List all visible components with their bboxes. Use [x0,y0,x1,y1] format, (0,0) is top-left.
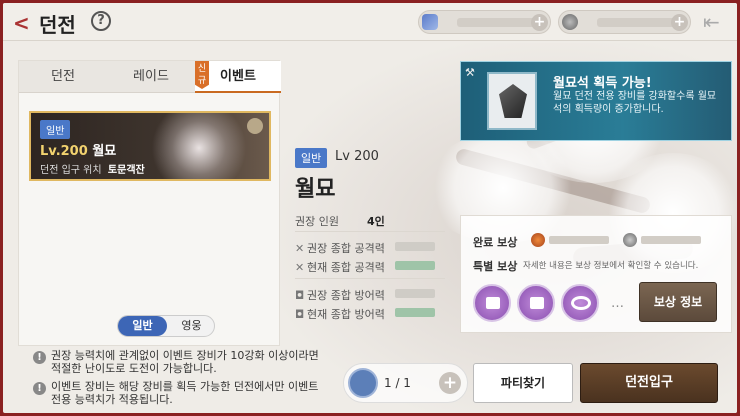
stat-row: ✕ 현재 종합 공격력 [295,259,455,275]
card-art [149,113,249,179]
dungeon-location: 던전 입구 위치 토문객잔 [40,161,145,176]
sync-icon [571,296,591,310]
silver-coin-icon [623,233,637,247]
stat-row: ✕ 권장 종합 공격력 [295,240,455,256]
stat-label: 권장 종합 공격력 [307,242,385,255]
notice-text: 이벤트 장비는 해당 장비를 획득 가능한 던전에서만 이벤트 전용 능력치가 … [51,380,319,406]
location-label: 던전 입구 위치 [40,165,102,176]
stat-label: 현재 종합 공격력 [307,261,385,274]
reward-item[interactable] [517,284,555,322]
dungeon-info: 일반 Lv 200 월묘 권장 인원 4인 ✕ 권장 종합 공격력 ✕ 현재 종합 공… [295,147,465,321]
entry-ticket-counter: 1 / 1 + [343,363,468,403]
ticket-count: 1 / 1 [384,376,411,390]
stat-row: ◘ 현재 종합 방어력 [295,306,455,322]
dungeon-list-panel: 던전 레이드 이벤트 신규 일반 Lv.200 월묘 던전 입구 위치 토문객잔… [18,60,281,346]
party-label: 권장 인원 [295,215,339,228]
frame-icon [486,297,500,309]
reward-panel: 완료 보상 특별 보상 자세한 내용은 보상 정보에서 확인할 수 있습니다. … [460,215,732,333]
page-title: 던전 [39,13,76,37]
currency-crystal: + [418,10,551,34]
moon-icon [247,118,263,134]
currency-value [457,18,537,27]
shield-icon: ◘ [295,289,305,302]
difficulty-badge: 일반 [295,148,328,168]
special-reward-desc: 자세한 내용은 보상 정보에서 확인할 수 있습니다. [523,261,699,271]
stat-label: 현재 종합 방어력 [307,308,385,321]
toggle-normal[interactable]: 일반 [118,316,167,336]
reward-item[interactable] [561,284,599,322]
party-size-row: 권장 인원 4인 [295,213,385,229]
help-button[interactable]: ? [91,11,111,31]
add-crystal-button[interactable]: + [531,14,548,31]
tab-dungeon[interactable]: 던전 [19,61,107,93]
sword-icon: ✕ [295,242,305,255]
stat-label: 권장 종합 방어력 [307,289,385,302]
info-icon: ! [33,382,46,395]
ticket-icon [348,368,378,398]
dungeon-title: 월묘 [295,177,336,202]
info-icon: ! [33,351,46,364]
dungeon-name: 월묘 [92,144,117,159]
stat-row: ◘ 권장 종합 방어력 [295,287,455,303]
moonstone-icon [487,72,537,130]
party-value: 4인 [367,215,385,228]
more-rewards: … [611,296,624,311]
currency-value [597,18,677,27]
difficulty-toggle[interactable]: 일반 영웅 [117,315,215,337]
app-frame: < 던전 ? + + ⇤ 던전 레이드 이벤트 신규 일반 Lv.200 월묘 … [3,3,737,413]
special-reward-label: 특별 보상 [473,260,518,273]
promo-banner[interactable]: ⚒ 월묘석 획득 가능! 월묘 던전 전용 장비를 강화할수록 월묘석의 획득량… [460,61,732,141]
add-silver-button[interactable]: + [671,14,688,31]
add-ticket-button[interactable]: + [439,372,461,394]
new-badge: 신규 [195,61,209,89]
notice-text: 권장 능력치에 관계없이 이벤트 장비가 10강화 이상이라면 적절한 난이도로… [51,349,319,375]
dungeon-level: Lv 200 [335,149,379,164]
dungeon-level: Lv.200 월묘 [40,140,116,159]
reward-info-button[interactable]: 보상 정보 [639,282,717,322]
silver-coin-icon [562,14,578,30]
complete-reward-label: 완료 보상 [473,236,518,249]
toggle-hero[interactable]: 영웅 [167,316,216,336]
level-text: Lv.200 [40,144,88,159]
exp-icon [531,233,545,247]
banner-description: 월묘 던전 전용 장비를 강화할수록 월묘석의 획득량이 증가합니다. [553,91,717,115]
top-bar: < 던전 ? + + ⇤ [3,3,737,41]
enter-dungeon-button[interactable]: 던전입구 [580,363,718,403]
dungeon-card[interactable]: 일반 Lv.200 월묘 던전 입구 위치 토문객잔 [29,111,271,181]
reward-item[interactable] [473,284,511,322]
exit-icon[interactable]: ⇤ [703,10,720,34]
currency-silver: + [558,10,691,34]
tab-raid[interactable]: 레이드 [107,61,195,93]
crystal-icon [422,14,438,30]
back-button[interactable]: < [13,11,30,35]
location-value: 토문객잔 [107,165,145,176]
tab-event-label: 이벤트 [220,69,256,84]
crossed-tools-icon: ⚒ [465,66,475,79]
sword-icon: ✕ [295,261,305,274]
find-party-button[interactable]: 파티찾기 [473,363,573,403]
banner-title: 월묘석 획득 가능! [553,76,652,91]
shield-icon: ◘ [295,308,305,321]
tab-bar: 던전 레이드 이벤트 신규 [19,61,281,93]
frame-icon [530,297,544,309]
difficulty-badge: 일반 [40,120,71,139]
